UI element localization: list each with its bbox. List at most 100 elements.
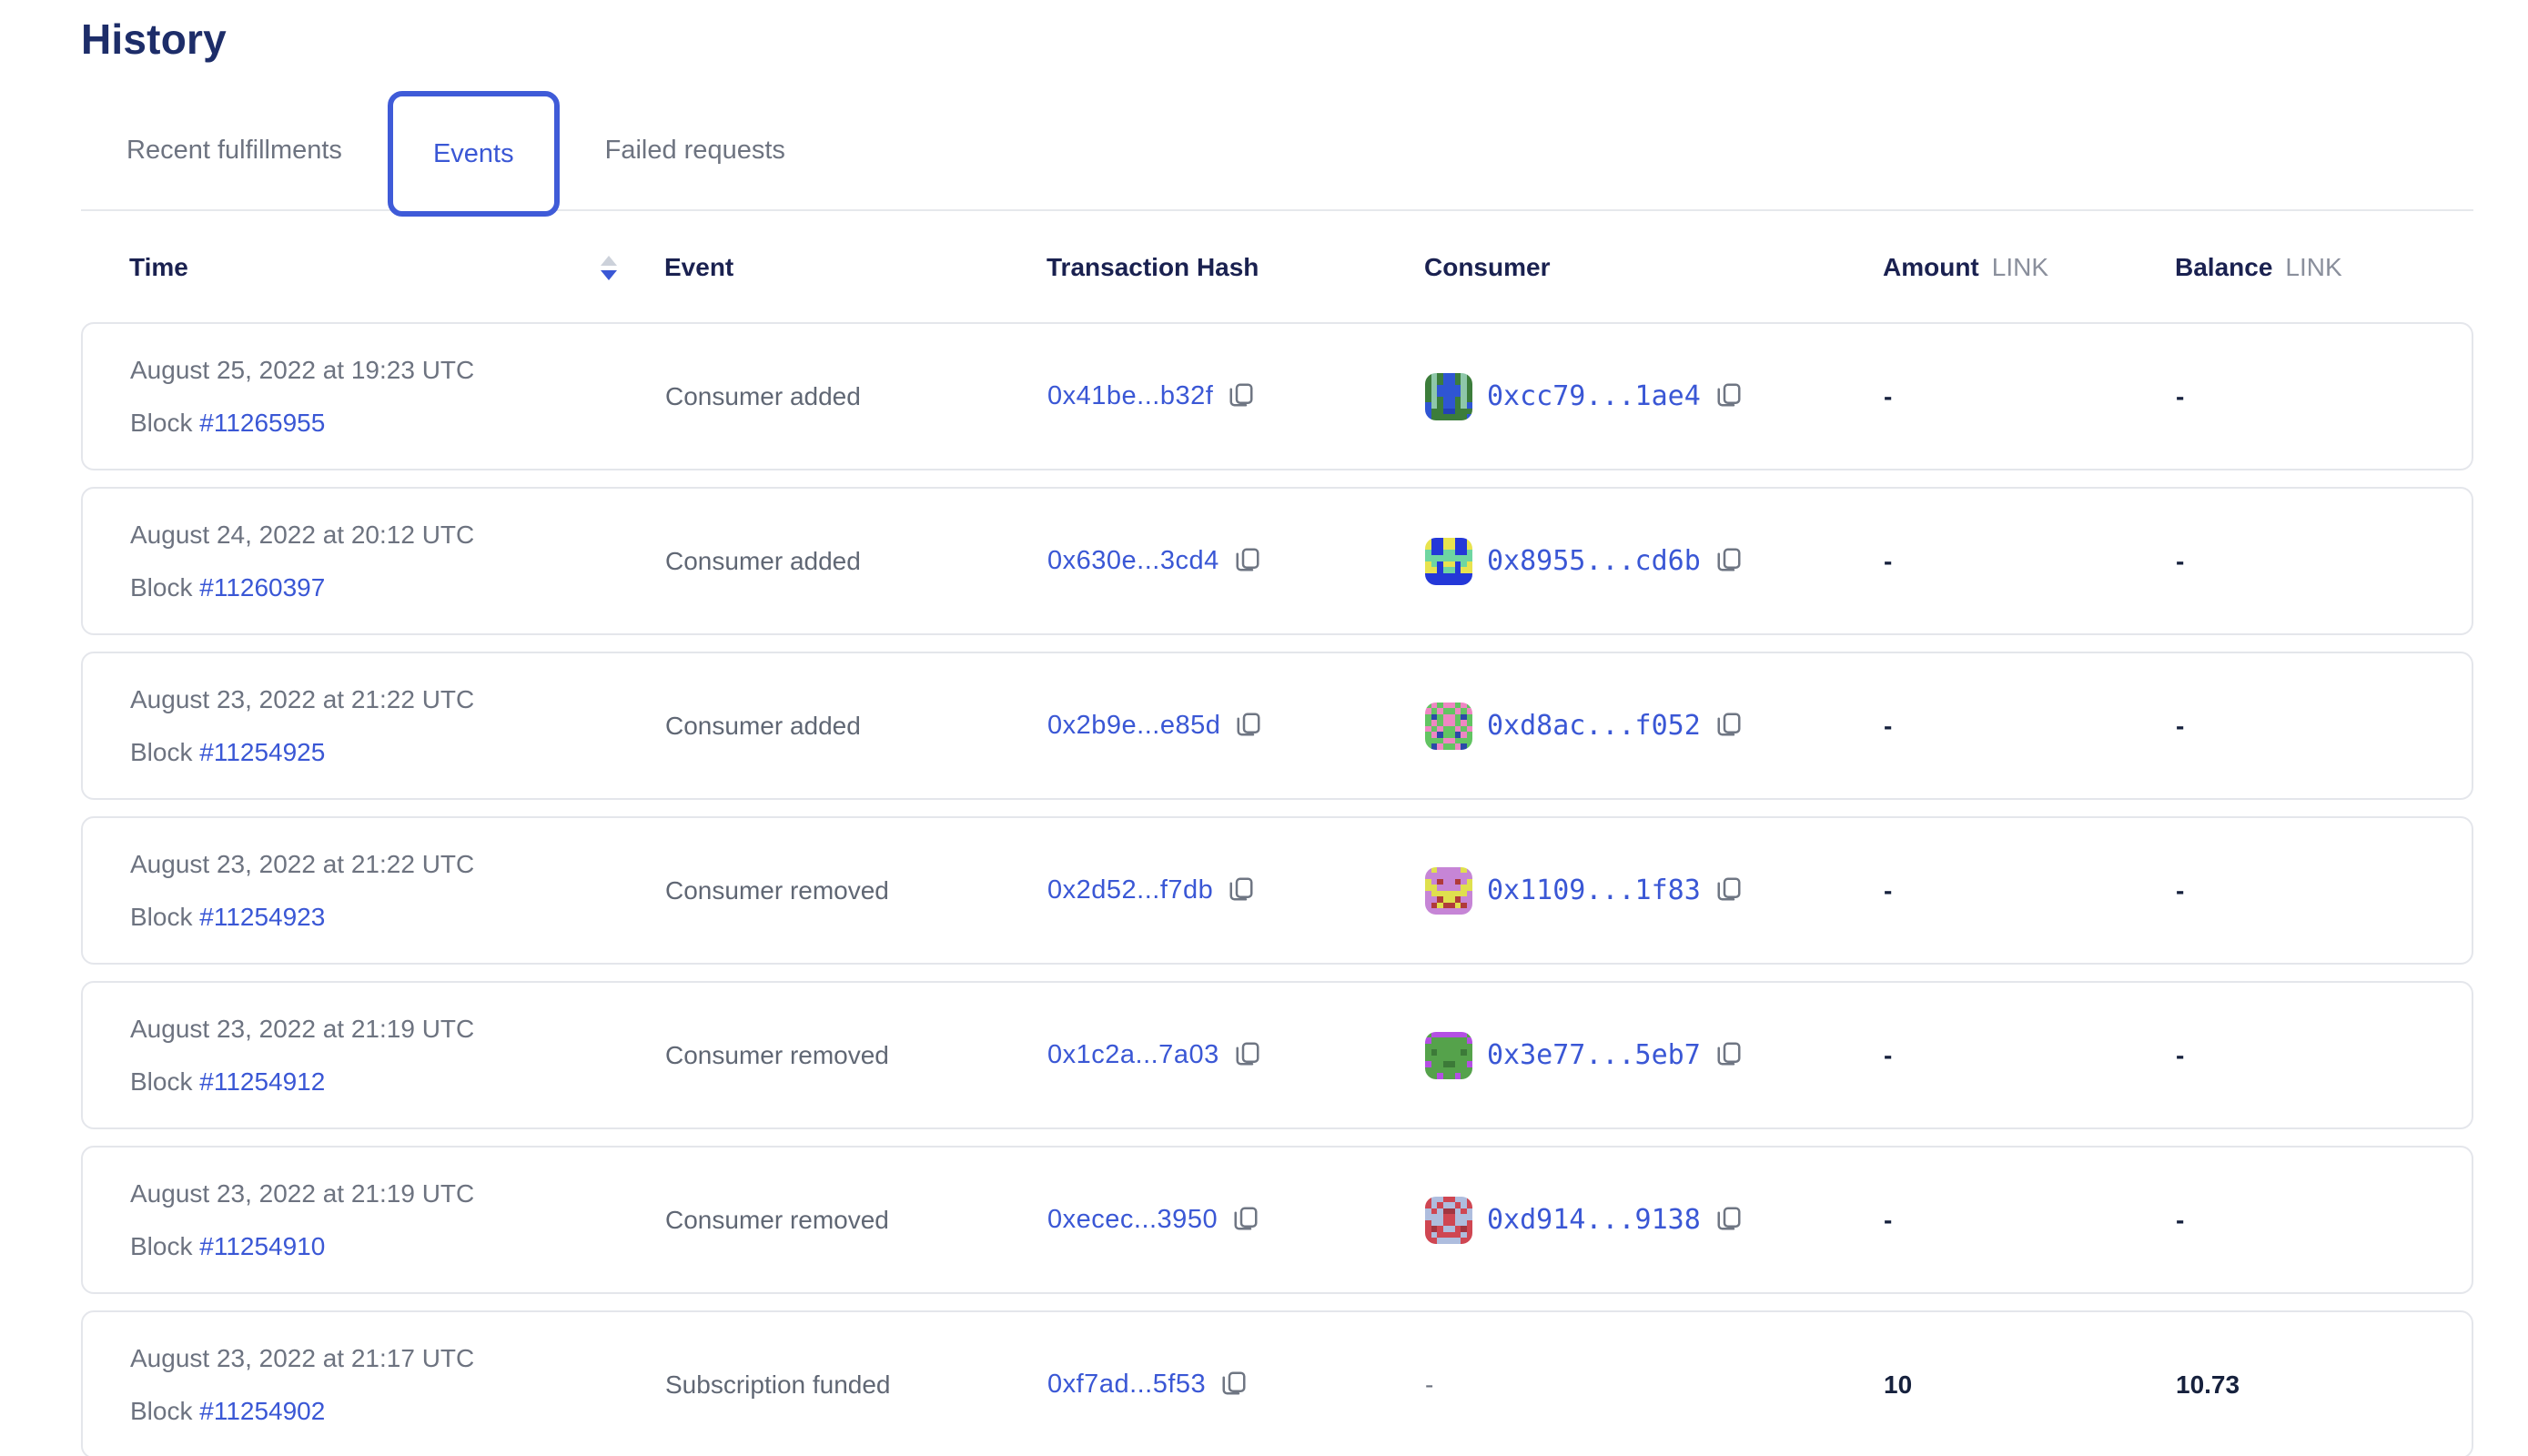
consumer-cell: 0xcc79...1ae4 bbox=[1425, 373, 1884, 420]
consumer-address-link[interactable]: 0xd914...9138 bbox=[1487, 1204, 1701, 1236]
balance-value: - bbox=[2176, 547, 2184, 575]
amount-value: - bbox=[1884, 1206, 1892, 1234]
copy-icon bbox=[1220, 1370, 1248, 1400]
block-number-link[interactable]: #11254902 bbox=[199, 1397, 325, 1425]
block-line: Block #11254902 bbox=[130, 1397, 665, 1426]
event-header-label: Event bbox=[664, 253, 733, 282]
table-row: August 23, 2022 at 21:19 UTC Block #1125… bbox=[81, 981, 2473, 1129]
time-header-label: Time bbox=[129, 253, 188, 282]
block-number-link[interactable]: #11254910 bbox=[199, 1232, 325, 1260]
event-cell: Consumer removed bbox=[665, 876, 1047, 905]
consumer-address-link[interactable]: 0x8955...cd6b bbox=[1487, 545, 1701, 577]
consumer-cell: 0x1109...1f83 bbox=[1425, 867, 1884, 915]
amount-value: - bbox=[1884, 712, 1892, 740]
event-date: August 23, 2022 at 21:17 UTC bbox=[130, 1344, 665, 1373]
balance-value: - bbox=[2176, 382, 2184, 410]
event-date: August 24, 2022 at 20:12 UTC bbox=[130, 521, 665, 550]
transaction-hash-link[interactable]: 0x1c2a...7a03 bbox=[1047, 1040, 1219, 1070]
copy-icon bbox=[1232, 1205, 1259, 1235]
transaction-hash-link[interactable]: 0xf7ad...5f53 bbox=[1047, 1370, 1206, 1400]
block-number-link[interactable]: #11254925 bbox=[199, 738, 325, 766]
consumer-cell: - bbox=[1425, 1370, 1884, 1400]
copy-icon bbox=[1234, 546, 1261, 576]
block-number-link[interactable]: #11265955 bbox=[199, 409, 325, 437]
time-cell: August 23, 2022 at 21:22 UTC Block #1125… bbox=[130, 850, 665, 932]
transaction-hash-link[interactable]: 0x630e...3cd4 bbox=[1047, 546, 1219, 576]
tab-failed-requests[interactable]: Failed requests bbox=[560, 91, 831, 209]
event-cell: Consumer added bbox=[665, 712, 1047, 741]
amount-value: - bbox=[1884, 547, 1892, 575]
transaction-hash-link[interactable]: 0xecec...3950 bbox=[1047, 1205, 1218, 1235]
table-row: August 24, 2022 at 20:12 UTC Block #1126… bbox=[81, 487, 2473, 635]
event-type: Consumer removed bbox=[665, 876, 889, 905]
amount-cell: - bbox=[1884, 712, 2176, 741]
consumer-header-label: Consumer bbox=[1424, 253, 1550, 282]
amount-value: - bbox=[1884, 876, 1892, 905]
table-row: August 23, 2022 at 21:17 UTC Block #1125… bbox=[81, 1310, 2473, 1456]
block-line: Block #11254912 bbox=[130, 1067, 665, 1097]
tx-header-label: Transaction Hash bbox=[1047, 253, 1259, 282]
copy-transaction-hash-button[interactable] bbox=[1228, 381, 1255, 411]
consumer-address-link[interactable]: 0x3e77...5eb7 bbox=[1487, 1039, 1701, 1071]
balance-cell: - bbox=[2176, 1041, 2472, 1070]
balance-value: - bbox=[2176, 712, 2184, 740]
copy-transaction-hash-button[interactable] bbox=[1235, 711, 1262, 741]
table-row: August 25, 2022 at 19:23 UTC Block #1126… bbox=[81, 322, 2473, 470]
consumer-address-link[interactable]: 0x1109...1f83 bbox=[1487, 875, 1701, 906]
consumer-address-link[interactable]: 0xcc79...1ae4 bbox=[1487, 380, 1701, 412]
copy-transaction-hash-button[interactable] bbox=[1232, 1205, 1259, 1235]
balance-unit-label: LINK bbox=[2285, 253, 2341, 282]
amount-unit-label: LINK bbox=[1992, 253, 2048, 282]
balance-value: 10.73 bbox=[2176, 1370, 2240, 1399]
table-row: August 23, 2022 at 21:22 UTC Block #1125… bbox=[81, 816, 2473, 965]
amount-cell: - bbox=[1884, 1041, 2176, 1070]
copy-consumer-address-button[interactable] bbox=[1715, 546, 1743, 576]
tab-label: Events bbox=[433, 139, 514, 169]
sort-icon[interactable] bbox=[601, 256, 617, 280]
amount-value: - bbox=[1884, 382, 1892, 410]
block-label: Block bbox=[130, 903, 192, 931]
tab-events[interactable]: Events bbox=[388, 91, 560, 217]
copy-transaction-hash-button[interactable] bbox=[1234, 1040, 1261, 1070]
column-header-time[interactable]: Time bbox=[129, 253, 664, 282]
block-number-link[interactable]: #11254923 bbox=[199, 903, 325, 931]
event-cell: Consumer added bbox=[665, 547, 1047, 576]
transaction-hash-link[interactable]: 0x2d52...f7db bbox=[1047, 875, 1213, 905]
block-number-link[interactable]: #11254912 bbox=[199, 1067, 325, 1096]
sort-desc-icon bbox=[601, 270, 617, 280]
block-number-link[interactable]: #11260397 bbox=[199, 573, 325, 602]
transaction-hash-link[interactable]: 0x41be...b32f bbox=[1047, 381, 1213, 411]
balance-value: - bbox=[2176, 1041, 2184, 1069]
copy-transaction-hash-button[interactable] bbox=[1220, 1370, 1248, 1400]
time-cell: August 23, 2022 at 21:19 UTC Block #1125… bbox=[130, 1179, 665, 1261]
copy-transaction-hash-button[interactable] bbox=[1234, 546, 1261, 576]
column-header-event: Event bbox=[664, 253, 1047, 282]
copy-icon bbox=[1228, 875, 1255, 905]
transaction-hash-link[interactable]: 0x2b9e...e85d bbox=[1047, 711, 1220, 741]
event-date: August 23, 2022 at 21:22 UTC bbox=[130, 850, 665, 879]
transaction-hash-cell: 0x2d52...f7db bbox=[1047, 875, 1425, 905]
column-header-amount: Amount LINK bbox=[1883, 253, 2175, 282]
consumer-address-link[interactable]: 0xd8ac...f052 bbox=[1487, 710, 1701, 742]
copy-consumer-address-button[interactable] bbox=[1715, 1205, 1743, 1235]
copy-consumer-address-button[interactable] bbox=[1715, 711, 1743, 741]
column-header-transaction-hash: Transaction Hash bbox=[1047, 253, 1424, 282]
event-type: Consumer added bbox=[665, 712, 861, 740]
time-cell: August 23, 2022 at 21:22 UTC Block #1125… bbox=[130, 685, 665, 767]
history-tabs: Recent fulfillments Events Failed reques… bbox=[81, 91, 2473, 211]
copy-icon bbox=[1715, 546, 1743, 576]
copy-consumer-address-button[interactable] bbox=[1715, 381, 1743, 411]
copy-consumer-address-button[interactable] bbox=[1715, 1040, 1743, 1070]
copy-transaction-hash-button[interactable] bbox=[1228, 875, 1255, 905]
time-cell: August 25, 2022 at 19:23 UTC Block #1126… bbox=[130, 356, 665, 438]
copy-consumer-address-button[interactable] bbox=[1715, 875, 1743, 905]
event-rows: August 25, 2022 at 19:23 UTC Block #1126… bbox=[81, 322, 2473, 1456]
consumer-address-link[interactable]: - bbox=[1425, 1370, 1433, 1400]
balance-cell: - bbox=[2176, 382, 2472, 411]
consumer-identicon bbox=[1425, 538, 1472, 585]
tab-label: Recent fulfillments bbox=[126, 136, 342, 166]
consumer-cell: 0x3e77...5eb7 bbox=[1425, 1032, 1884, 1079]
tab-recent-fulfillments[interactable]: Recent fulfillments bbox=[81, 91, 388, 209]
block-label: Block bbox=[130, 573, 192, 602]
event-cell: Consumer removed bbox=[665, 1206, 1047, 1235]
